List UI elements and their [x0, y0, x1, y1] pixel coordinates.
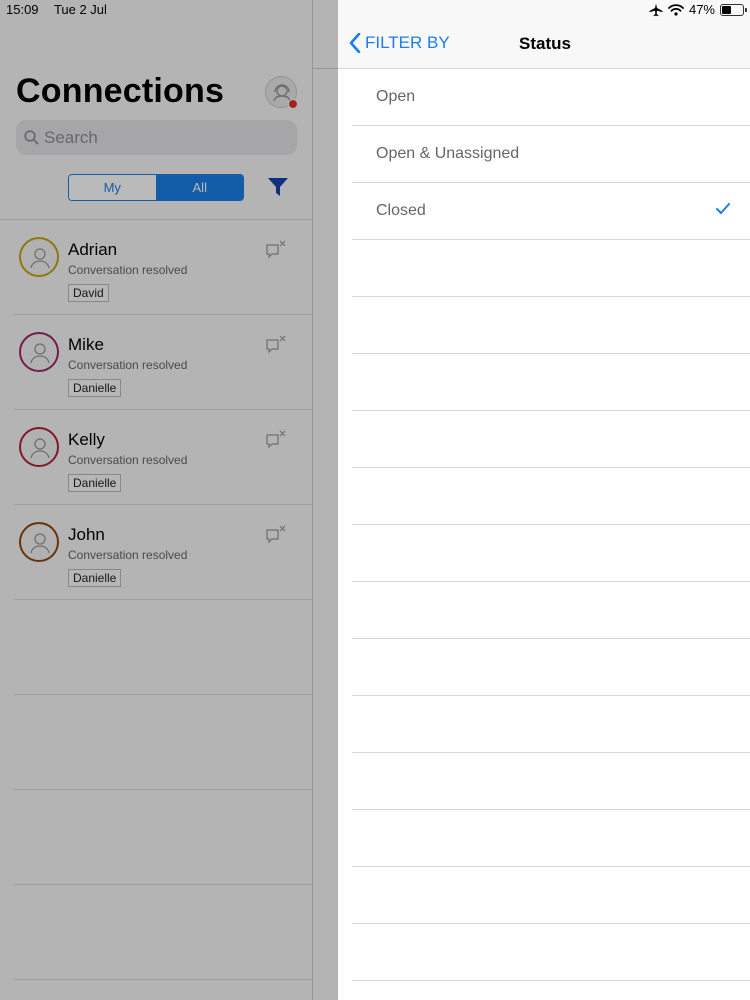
- status-option-label: Open: [376, 88, 416, 105]
- status-bar-right: 47%: [649, 2, 747, 17]
- empty-option-row: [352, 753, 750, 810]
- status-option[interactable]: Closed: [352, 183, 750, 240]
- dim-overlay[interactable]: [0, 0, 338, 1000]
- battery-nub: [745, 7, 747, 12]
- status-options: Open Open & Unassigned Closed: [352, 69, 750, 981]
- empty-option-row: [352, 924, 750, 981]
- empty-option-row: [352, 525, 750, 582]
- empty-option-row: [352, 810, 750, 867]
- empty-option-row: [352, 354, 750, 411]
- status-option[interactable]: Open & Unassigned: [352, 126, 750, 183]
- empty-option-row: [352, 240, 750, 297]
- chevron-left-icon: [349, 33, 361, 53]
- empty-option-row: [352, 582, 750, 639]
- filter-header: 47% FILTER BY Status: [338, 0, 750, 69]
- filter-by-back-button[interactable]: FILTER BY: [349, 33, 450, 53]
- wifi-icon: [668, 3, 684, 16]
- empty-option-row: [352, 468, 750, 525]
- empty-option-row: [352, 297, 750, 354]
- filter-title: Status: [519, 34, 571, 53]
- empty-option-row: [352, 639, 750, 696]
- airplane-icon: [649, 3, 663, 16]
- status-option-label: Open & Unassigned: [376, 145, 520, 162]
- battery-icon: [720, 3, 747, 16]
- empty-option-row: [352, 411, 750, 468]
- empty-option-row: [352, 867, 750, 924]
- filter-panel: 47% FILTER BY Status Open Open & Unassign…: [338, 0, 750, 1000]
- battery-percent: 47%: [688, 2, 715, 17]
- back-label: FILTER BY: [365, 33, 450, 52]
- status-option[interactable]: Open: [352, 69, 750, 126]
- empty-option-row: [352, 696, 750, 753]
- status-option-label: Closed: [376, 202, 426, 219]
- battery-fill: [722, 5, 732, 14]
- checkmark-icon: [716, 203, 730, 214]
